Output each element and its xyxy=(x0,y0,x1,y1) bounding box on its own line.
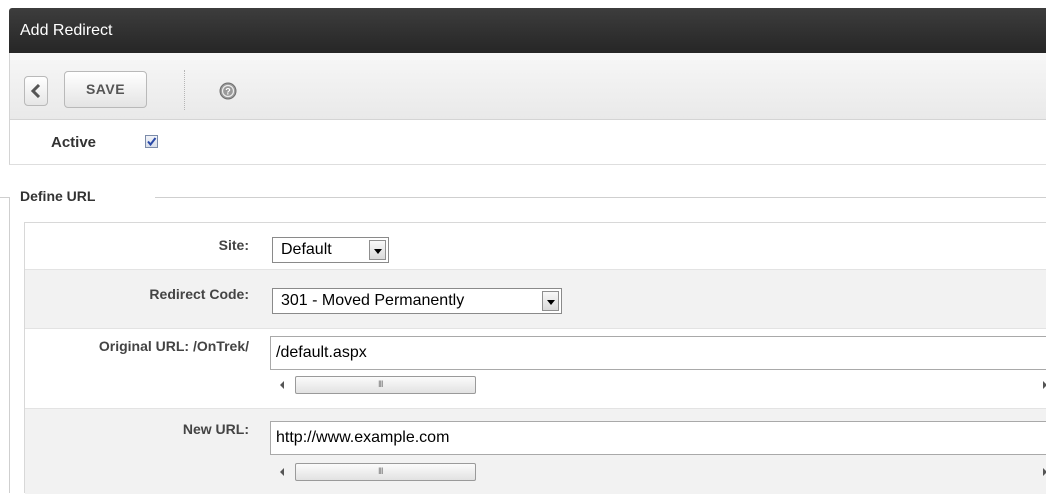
active-label: Active xyxy=(51,134,97,151)
svg-text:?: ? xyxy=(225,87,231,97)
original-url-scrollbar[interactable] xyxy=(270,376,1046,394)
new-url-label: New URL: xyxy=(182,421,249,437)
scroll-left-icon[interactable] xyxy=(280,381,284,389)
new-url-scrollbar[interactable] xyxy=(270,463,1046,481)
define-url-form: Site: Default Redirect Code: 301 - Moved… xyxy=(24,222,1046,494)
scroll-thumb[interactable] xyxy=(295,463,476,481)
chevron-left-icon xyxy=(30,84,41,98)
toolbar: SAVE ? xyxy=(9,53,1046,120)
help-icon[interactable]: ? xyxy=(219,82,237,100)
original-url-label: Original URL: /OnTrek/ xyxy=(98,338,249,354)
site-row: Site: Default xyxy=(25,223,1046,270)
original-url-row: Original URL: /OnTrek/ /default.aspx xyxy=(25,329,1046,409)
redirect-code-select[interactable]: 301 - Moved Permanently xyxy=(272,288,562,314)
site-label: Site: xyxy=(218,237,249,253)
section-border xyxy=(9,197,10,493)
active-row: Active xyxy=(9,120,1046,165)
chevron-down-icon xyxy=(542,291,559,311)
site-select-value: Default xyxy=(281,241,332,258)
original-url-input[interactable]: /default.aspx xyxy=(270,336,1046,370)
redirect-code-label: Redirect Code: xyxy=(149,286,249,302)
site-select[interactable]: Default xyxy=(272,237,389,263)
window-title: Add Redirect xyxy=(9,8,1046,53)
new-url-input[interactable]: http://www.example.com xyxy=(270,421,1046,455)
save-button[interactable]: SAVE xyxy=(64,71,147,108)
chevron-down-icon xyxy=(369,240,386,260)
toolbar-separator xyxy=(184,70,185,110)
back-button[interactable] xyxy=(24,76,48,106)
scroll-thumb[interactable] xyxy=(295,376,476,394)
redirect-code-row: Redirect Code: 301 - Moved Permanently xyxy=(25,270,1046,329)
active-checkbox[interactable] xyxy=(145,135,158,148)
scroll-left-icon[interactable] xyxy=(280,468,284,476)
section-title: Define URL xyxy=(20,188,96,204)
redirect-code-value: 301 - Moved Permanently xyxy=(281,292,465,309)
checkmark-icon xyxy=(147,137,157,147)
new-url-row: New URL: http://www.example.com xyxy=(25,409,1046,494)
